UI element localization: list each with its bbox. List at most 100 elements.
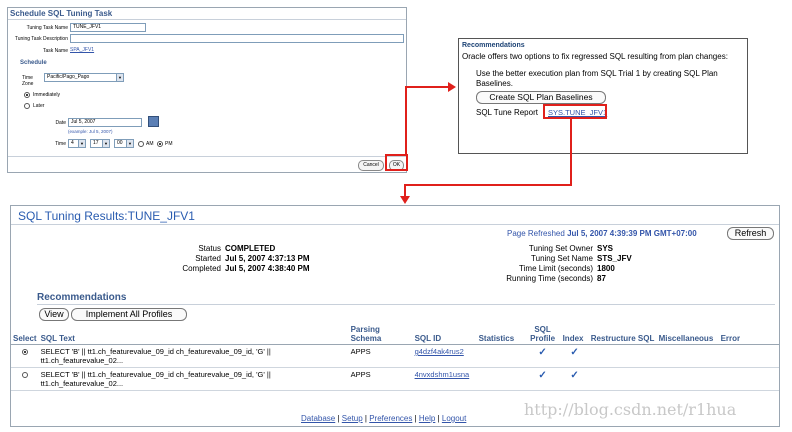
misc-cell [656, 367, 719, 391]
create-baselines-button[interactable]: Create SQL Plan Baselines [476, 91, 606, 104]
completed-label: Completed [182, 264, 221, 273]
footer-link-preferences[interactable]: Preferences [369, 414, 412, 423]
column-header: SQL Profile [524, 324, 561, 345]
task-name-label-2: Task Name [42, 48, 68, 54]
parsing-schema: APPS [348, 367, 413, 391]
row-select-radio[interactable] [21, 349, 28, 355]
column-header: Statistics [476, 324, 525, 345]
restructure-cell [588, 344, 657, 368]
recommendations-intro: Oracle offers two options to fix regress… [462, 52, 728, 61]
connector-line [405, 86, 451, 88]
minute-select[interactable]: 17 ▼ [90, 139, 110, 148]
sql-id-link[interactable]: 4nvxdshm1usna [415, 370, 470, 379]
footer-link-help[interactable]: Help [419, 414, 435, 423]
check-icon: ✓ [570, 347, 579, 358]
table-row: SELECT 'B' || tt1.ch_featurevalue_09_id … [11, 367, 779, 391]
column-header: Restructure SQL [588, 324, 657, 345]
sql-id-link[interactable]: g4dzf4ak4rus2 [415, 347, 464, 356]
later-radio[interactable] [24, 103, 30, 109]
chevron-down-icon: ▼ [126, 140, 133, 147]
column-header: Select [11, 324, 39, 345]
timezone-value: Pacific/Pago_Pago [47, 74, 90, 80]
running-time-value: 87 [597, 274, 606, 283]
tuning-results-panel: SQL Tuning Results:TUNE_JFV1 Page Refres… [10, 205, 780, 427]
error-cell [718, 344, 779, 368]
time-limit-value: 1800 [597, 264, 615, 273]
date-input[interactable]: Jul 5, 2007 [68, 118, 142, 127]
minute-value: 17 [93, 140, 99, 146]
task-desc-input[interactable] [70, 34, 404, 43]
pm-label: PM [165, 141, 173, 147]
implement-all-profiles-button[interactable]: Implement All Profiles [71, 308, 187, 321]
set-name-label: Tuning Set Name [531, 254, 593, 263]
time-limit-label: Time Limit (seconds) [519, 264, 593, 273]
timezone-label: Time Zone [22, 75, 34, 87]
calendar-icon[interactable] [148, 116, 159, 127]
chevron-down-icon: ▼ [78, 140, 85, 147]
pm-radio[interactable] [157, 141, 163, 147]
footer-links: Database | Setup | Preferences | Help | … [301, 414, 467, 423]
task-name-link[interactable]: SPA_JFV1 [70, 47, 94, 53]
second-select[interactable]: 00 ▼ [114, 139, 134, 148]
completed-value: Jul 5, 2007 4:38:40 PM [225, 264, 310, 273]
ok-highlight-box [385, 154, 408, 171]
view-button[interactable]: View [39, 308, 69, 321]
option-text-line-2: Baselines. [476, 79, 513, 88]
sql-text-line: SELECT 'B' || tt1.ch_featurevalue_09_id … [40, 370, 271, 379]
connector-line [404, 184, 572, 186]
divider [11, 224, 779, 225]
set-name-value: STS_JFV [597, 254, 632, 263]
timezone-select[interactable]: Pacific/Pago_Pago ▼ [44, 73, 124, 82]
sql-text-line: SELECT 'B' || tt1.ch_featurevalue_09_id … [40, 347, 271, 356]
divider [8, 156, 406, 157]
table-row: SELECT 'B' || tt1.ch_featurevalue_09_id … [11, 344, 779, 368]
divider [8, 19, 406, 20]
owner-label: Tuning Set Owner [528, 244, 593, 253]
recommendations-heading: Recommendations [37, 292, 127, 303]
statistics-cell [476, 367, 525, 391]
second-value: 00 [117, 140, 123, 146]
column-header: Error [718, 324, 779, 345]
sql-text-line: tt1.ch_featurevalue_02... [40, 356, 124, 365]
connector-line [405, 86, 407, 156]
row-select-radio[interactable] [21, 372, 28, 378]
column-header: Miscellaneous [656, 324, 719, 345]
check-icon: ✓ [570, 370, 579, 381]
check-icon: ✓ [538, 370, 547, 381]
column-header: Parsing Schema [348, 324, 413, 345]
page-refreshed: Page Refreshed Jul 5, 2007 4:39:39 PM GM… [507, 229, 697, 238]
table-header-row: Select SQL Text Parsing Schema SQL ID St… [11, 324, 779, 345]
schedule-heading: Schedule [20, 60, 47, 66]
recommendations-panel: Recommendations Oracle offers two option… [458, 38, 748, 154]
panel-title: Schedule SQL Tuning Task [10, 9, 113, 18]
footer-link-logout[interactable]: Logout [442, 414, 466, 423]
divider [37, 304, 775, 305]
connector-line [570, 118, 572, 186]
column-header: SQL Text [38, 324, 349, 345]
immediately-label: Immediately [33, 92, 60, 98]
footer-link-database[interactable]: Database [301, 414, 335, 423]
refresh-button[interactable]: Refresh [727, 227, 774, 240]
cancel-button[interactable]: Cancel [358, 160, 384, 171]
column-header: Index [560, 324, 589, 345]
misc-cell [656, 344, 719, 368]
chevron-down-icon: ▼ [102, 140, 109, 147]
option-text-line-1: Use the better execution plan from SQL T… [476, 69, 718, 78]
running-time-label: Running Time (seconds) [506, 274, 593, 283]
immediately-radio[interactable] [24, 92, 30, 98]
am-label: AM [146, 141, 154, 147]
schedule-task-panel: Schedule SQL Tuning Task Tuning Task Nam… [7, 7, 407, 173]
date-label: Date [55, 120, 66, 126]
hour-select[interactable]: 4 ▼ [68, 139, 86, 148]
sql-tune-report-label: SQL Tune Report [476, 108, 538, 117]
page-title: SQL Tuning Results:TUNE_JFV1 [18, 209, 195, 223]
statistics-cell [476, 344, 525, 368]
task-name-input[interactable]: TUNE_JFV1 [70, 23, 146, 32]
time-label: Time [55, 141, 66, 147]
footer-link-setup[interactable]: Setup [342, 414, 363, 423]
error-cell [718, 367, 779, 391]
status-value: COMPLETED [225, 244, 276, 253]
page-refreshed-value: Jul 5, 2007 4:39:39 PM GMT+07:00 [567, 229, 697, 238]
started-label: Started [195, 254, 221, 263]
am-radio[interactable] [138, 141, 144, 147]
